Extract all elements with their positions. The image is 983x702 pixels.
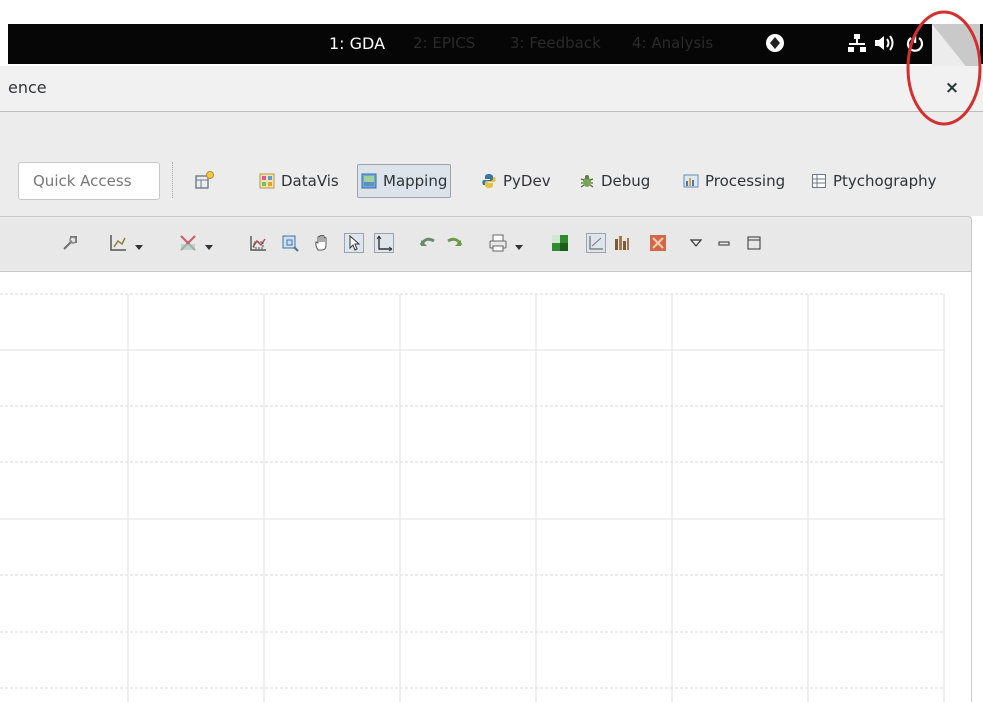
volume-icon[interactable] bbox=[872, 32, 896, 58]
axis-settings-icon[interactable] bbox=[108, 233, 128, 253]
minimize-icon[interactable] bbox=[714, 233, 734, 253]
undo-zoom-icon[interactable] bbox=[418, 233, 438, 253]
perspective-label: DataVis bbox=[281, 172, 339, 190]
debug-bug-icon bbox=[580, 175, 594, 188]
histogram-icon[interactable] bbox=[612, 233, 632, 253]
region-icon[interactable] bbox=[648, 233, 668, 253]
workspace-bar bbox=[8, 24, 983, 64]
close-button[interactable]: × bbox=[940, 76, 964, 100]
colour-map-icon[interactable] bbox=[550, 233, 570, 253]
configure-icon[interactable] bbox=[60, 233, 80, 253]
datavis-icon bbox=[259, 173, 275, 189]
network-icon[interactable] bbox=[846, 32, 868, 58]
chevron-down-icon[interactable] bbox=[134, 237, 144, 250]
zoom-area-icon[interactable] bbox=[248, 233, 268, 253]
top-panel: 1: GDA 2: EPICS 3: Feedback 4: Analysis bbox=[0, 0, 983, 66]
mapping-icon bbox=[361, 173, 377, 189]
perspective-label: Debug bbox=[601, 172, 651, 190]
perspective-debug[interactable]: Debug bbox=[576, 164, 653, 198]
menu-band bbox=[0, 112, 983, 158]
view-toolbar bbox=[0, 216, 972, 272]
ptychography-icon bbox=[812, 174, 826, 188]
quick-access-input[interactable]: Quick Access bbox=[18, 162, 160, 200]
redo-zoom-icon[interactable] bbox=[444, 233, 464, 253]
zoom-box-icon[interactable] bbox=[280, 233, 300, 253]
origin-axis-icon[interactable] bbox=[374, 233, 394, 253]
workspace-1[interactable]: 1: GDA bbox=[329, 34, 385, 53]
window-title: ence bbox=[8, 78, 47, 97]
window-titlebar: ence × bbox=[0, 66, 983, 112]
perspective-mapping[interactable]: Mapping bbox=[357, 164, 452, 198]
python-icon bbox=[482, 174, 496, 188]
workspace-4[interactable]: 4: Analysis bbox=[632, 34, 713, 52]
perspective-datavis[interactable]: DataVis bbox=[256, 164, 342, 198]
maximize-icon[interactable] bbox=[744, 233, 764, 253]
perspective-bar: Quick Access DataVis Mapping PyDev Debug… bbox=[0, 158, 983, 216]
perspective-label: Processing bbox=[705, 172, 786, 190]
perspective-label: Mapping bbox=[383, 172, 448, 190]
perspective-pydev[interactable]: PyDev bbox=[478, 164, 554, 198]
perspective-ptychography[interactable]: Ptychography bbox=[808, 164, 940, 198]
weather-icon[interactable] bbox=[764, 32, 786, 58]
pointer-icon[interactable] bbox=[344, 233, 364, 253]
open-perspective-icon[interactable] bbox=[194, 170, 216, 192]
view-menu-icon[interactable] bbox=[686, 233, 706, 253]
pan-icon[interactable] bbox=[312, 233, 332, 253]
plot-area[interactable] bbox=[0, 272, 972, 702]
power-icon[interactable] bbox=[904, 32, 926, 58]
chevron-down-icon[interactable] bbox=[204, 237, 214, 250]
clear-plot-icon[interactable] bbox=[178, 233, 198, 253]
processing-icon bbox=[683, 174, 699, 188]
print-icon[interactable] bbox=[488, 233, 508, 253]
plot-type-icon[interactable] bbox=[586, 233, 606, 253]
perspective-label: Ptychography bbox=[833, 172, 937, 190]
perspective-processing[interactable]: Processing bbox=[680, 164, 788, 198]
toolbar-grip[interactable] bbox=[172, 162, 175, 198]
chevron-down-icon[interactable] bbox=[514, 237, 524, 250]
perspective-label: PyDev bbox=[503, 172, 551, 190]
workspace-2[interactable]: 2: EPICS bbox=[413, 34, 475, 52]
workspace-3[interactable]: 3: Feedback bbox=[510, 34, 601, 52]
plot-grid bbox=[0, 293, 945, 702]
